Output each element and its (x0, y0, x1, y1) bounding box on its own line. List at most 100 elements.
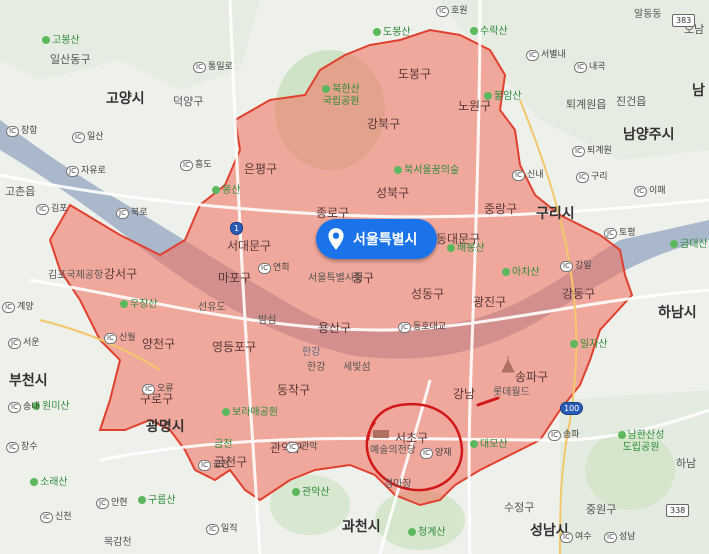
mountain-icon (670, 240, 678, 248)
ic-icon: IC (72, 132, 85, 143)
stream-label: 목감천 (104, 537, 132, 548)
place-label: 세빛섬 (343, 362, 371, 373)
interchange-label: IC 서별내 (526, 50, 566, 61)
interchange-label: JC 안현 (96, 498, 128, 509)
interchange-label: IC 송내 (8, 402, 40, 413)
mountain-label: 남한산성 도립공원 (616, 430, 666, 454)
ic-icon: JC (116, 208, 129, 219)
district-label: 동작구 (277, 383, 311, 397)
mountain-icon (42, 36, 50, 44)
selected-place-label: 서울특별시 (353, 232, 418, 248)
interchange-label: IC 장수 (6, 442, 38, 453)
district-label: 강남 (453, 387, 476, 401)
district-label: 광진구 (473, 295, 507, 309)
ic-icon: IC (142, 384, 155, 395)
mountain-label: 배봉산 (447, 244, 485, 254)
interchange-label: IC 송파 (548, 430, 580, 441)
district-label: 송파구 (515, 370, 549, 384)
town-label: 고촌읍 (5, 185, 36, 198)
mountain-icon (373, 28, 381, 36)
mountain-icon (408, 528, 416, 536)
district-label: 성동구 (411, 287, 445, 301)
town-label-partial: 하남 (676, 457, 697, 470)
interchange-label: IC 통일로 (193, 62, 233, 73)
district-label: 종로구 (316, 206, 350, 220)
interchange-label: IC 호원 (436, 6, 468, 17)
interchange-label: IC 신천 (40, 512, 72, 523)
interchange-label: IC 일직 (206, 524, 238, 535)
mountain-label: 일자산 (570, 340, 608, 350)
city-label: 과천시 (342, 519, 381, 535)
city-label: 하남시 (658, 305, 697, 321)
arts-center-icon (373, 430, 389, 438)
map-canvas[interactable]: 고양시 구리시 남양주시 하남시 광명시 부천시 과천시 성남시 도봉구 노원구… (0, 0, 709, 554)
ic-icon: IC (560, 261, 573, 272)
district-label: 서초구 (395, 431, 429, 445)
ic-icon: IC (258, 263, 271, 274)
city-label: 고양시 (106, 91, 145, 107)
city-label: 부천시 (9, 373, 48, 389)
city-label-partial: 남 (692, 83, 705, 99)
mountain-icon (138, 496, 146, 504)
ic-icon: IC (286, 442, 299, 453)
ic-icon: IC (548, 430, 561, 441)
mountain-icon (502, 268, 510, 276)
district-label: 중랑구 (484, 202, 518, 216)
interchange-label: IC 신월 (104, 333, 136, 344)
mountain-label: 금대산 (670, 240, 708, 250)
district-label: 영등포구 (212, 340, 257, 354)
ic-icon: IC (104, 333, 117, 344)
ic-icon: IC (2, 302, 15, 313)
mountain-label: 고봉산 (42, 36, 80, 46)
interchange-label: IC 흥도 (180, 160, 212, 171)
mountain-label: 우장산 (120, 300, 158, 310)
district-label: 도봉구 (398, 67, 432, 81)
ic-icon: IC (193, 62, 206, 73)
interchange-label: IC 관악 (286, 442, 318, 453)
place-label: 롯데월드 (493, 387, 530, 398)
district-label: 양천구 (142, 337, 176, 351)
interchange-label: IC 계양 (2, 302, 34, 313)
interchange-label: IC 퇴계원 (572, 146, 612, 157)
mountain-label: 청계산 (408, 528, 446, 538)
interchange-label: JC 자유로 (66, 166, 106, 177)
mountain-icon (470, 440, 478, 448)
interchange-label: IC 구리 (576, 172, 608, 183)
ic-icon: JC (8, 338, 21, 349)
interchange-label: IC 신내 (512, 170, 544, 181)
interchange-label: JC 동호대교 (398, 322, 446, 333)
town-label: 수정구 (504, 501, 535, 514)
selected-place-badge[interactable]: 서울특별시 (316, 219, 437, 259)
mountain-label: 수락산 (470, 27, 508, 37)
interchange-label: IC 이패 (634, 186, 666, 197)
town-label: 진건읍 (616, 95, 647, 108)
district-label: 서대문구 (227, 239, 272, 253)
interchange-label: IC 김포 (36, 204, 68, 215)
interchange-label: IC 양재 (420, 448, 452, 459)
mountain-icon (484, 92, 492, 100)
interchange-label: IC 여수 (560, 532, 592, 543)
ic-icon: IC (6, 126, 19, 137)
interchange-label: IC 내곡 (574, 62, 606, 73)
mountain-icon (617, 431, 626, 439)
route-shield: 1 (230, 222, 244, 235)
route-shield: 338 (666, 504, 690, 517)
route-shield: 383 (672, 14, 696, 27)
interchange-label: IC 일산 (72, 132, 104, 143)
mountain-icon (222, 408, 230, 416)
district-label: 강동구 (562, 287, 596, 301)
interchange-label: IC 강일 (560, 261, 592, 272)
city-label: 구리시 (536, 206, 575, 222)
mountain-label: 봉산 (212, 186, 240, 196)
mountain-label: 보라매공원 (222, 408, 278, 418)
interchange-label: IC 금천 (198, 460, 230, 471)
city-label: 광명시 (146, 419, 185, 435)
interchange-label: JC 토평 (604, 228, 636, 239)
ic-icon: IC (198, 460, 211, 471)
ic-icon: IC (526, 50, 539, 61)
town-label: 덕양구 (173, 95, 204, 108)
town-label: 퇴계원읍 (566, 98, 607, 111)
mountain-label: 관악산 (292, 488, 330, 498)
ic-icon: IC (420, 448, 433, 459)
place-label: 선유도 (198, 302, 226, 313)
